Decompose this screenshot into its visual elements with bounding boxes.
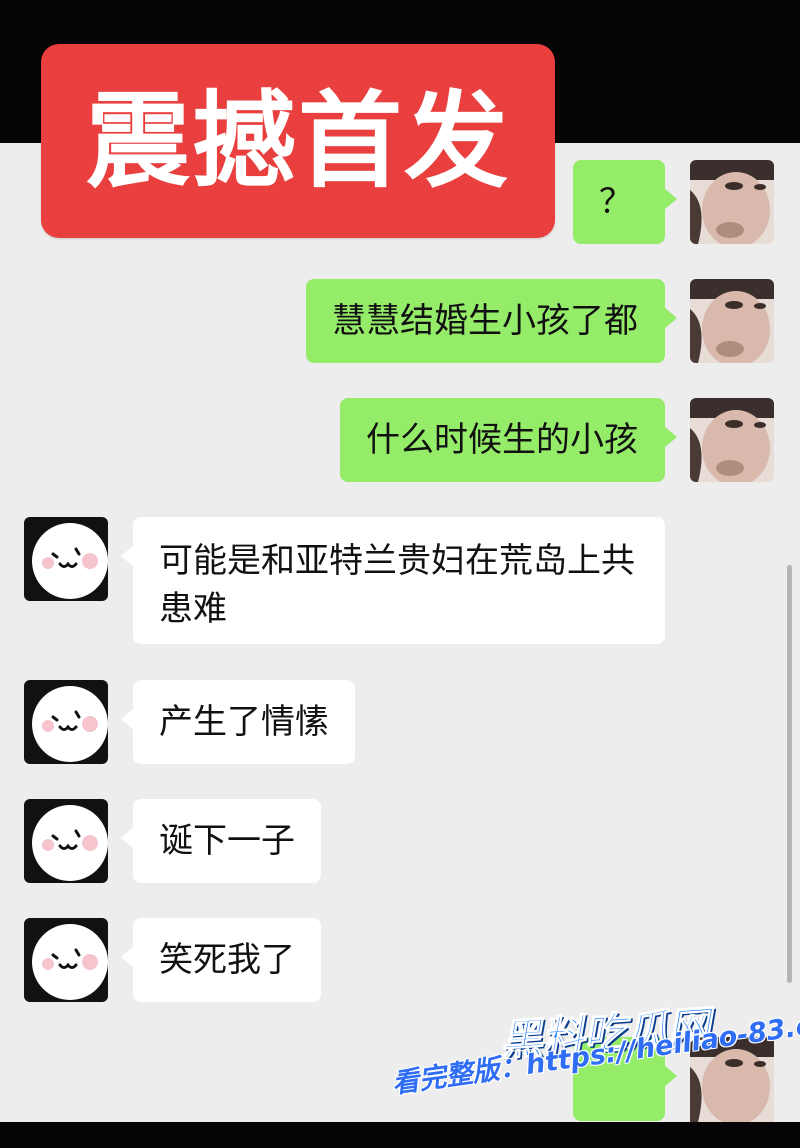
cartoon-face-avatar-icon (24, 799, 108, 883)
outgoing-message[interactable]: 什么时候生的小孩 (340, 398, 677, 482)
peer-avatar[interactable] (24, 680, 108, 764)
cartoon-face-avatar-icon (24, 517, 108, 601)
title-banner: 震撼首发 (41, 44, 555, 238)
bottom-bar (0, 1122, 800, 1148)
outgoing-message[interactable]: 慧慧结婚生小孩了都 (306, 279, 677, 363)
peer-avatar[interactable] (24, 918, 108, 1002)
cartoon-face-avatar-icon (24, 918, 108, 1002)
self-avatar[interactable] (690, 160, 774, 244)
cartoon-face-avatar-icon (24, 680, 108, 764)
person-photo-avatar-icon (690, 279, 774, 363)
incoming-message[interactable]: 笑死我了 (121, 918, 321, 1002)
chat-scrollbar[interactable] (787, 565, 792, 983)
incoming-message[interactable]: 诞下一子 (121, 799, 321, 883)
peer-avatar[interactable] (24, 517, 108, 601)
self-avatar[interactable] (690, 398, 774, 482)
peer-avatar[interactable] (24, 799, 108, 883)
self-avatar[interactable] (690, 279, 774, 363)
outgoing-message[interactable]: ？ (573, 160, 677, 244)
banner-title: 震撼首发 (85, 80, 510, 202)
person-photo-avatar-icon (690, 398, 774, 482)
incoming-message[interactable]: 产生了情愫 (121, 680, 355, 764)
person-photo-avatar-icon (690, 160, 774, 244)
incoming-message[interactable]: 可能是和亚特兰贵妇在荒岛上共患难 (121, 517, 665, 644)
